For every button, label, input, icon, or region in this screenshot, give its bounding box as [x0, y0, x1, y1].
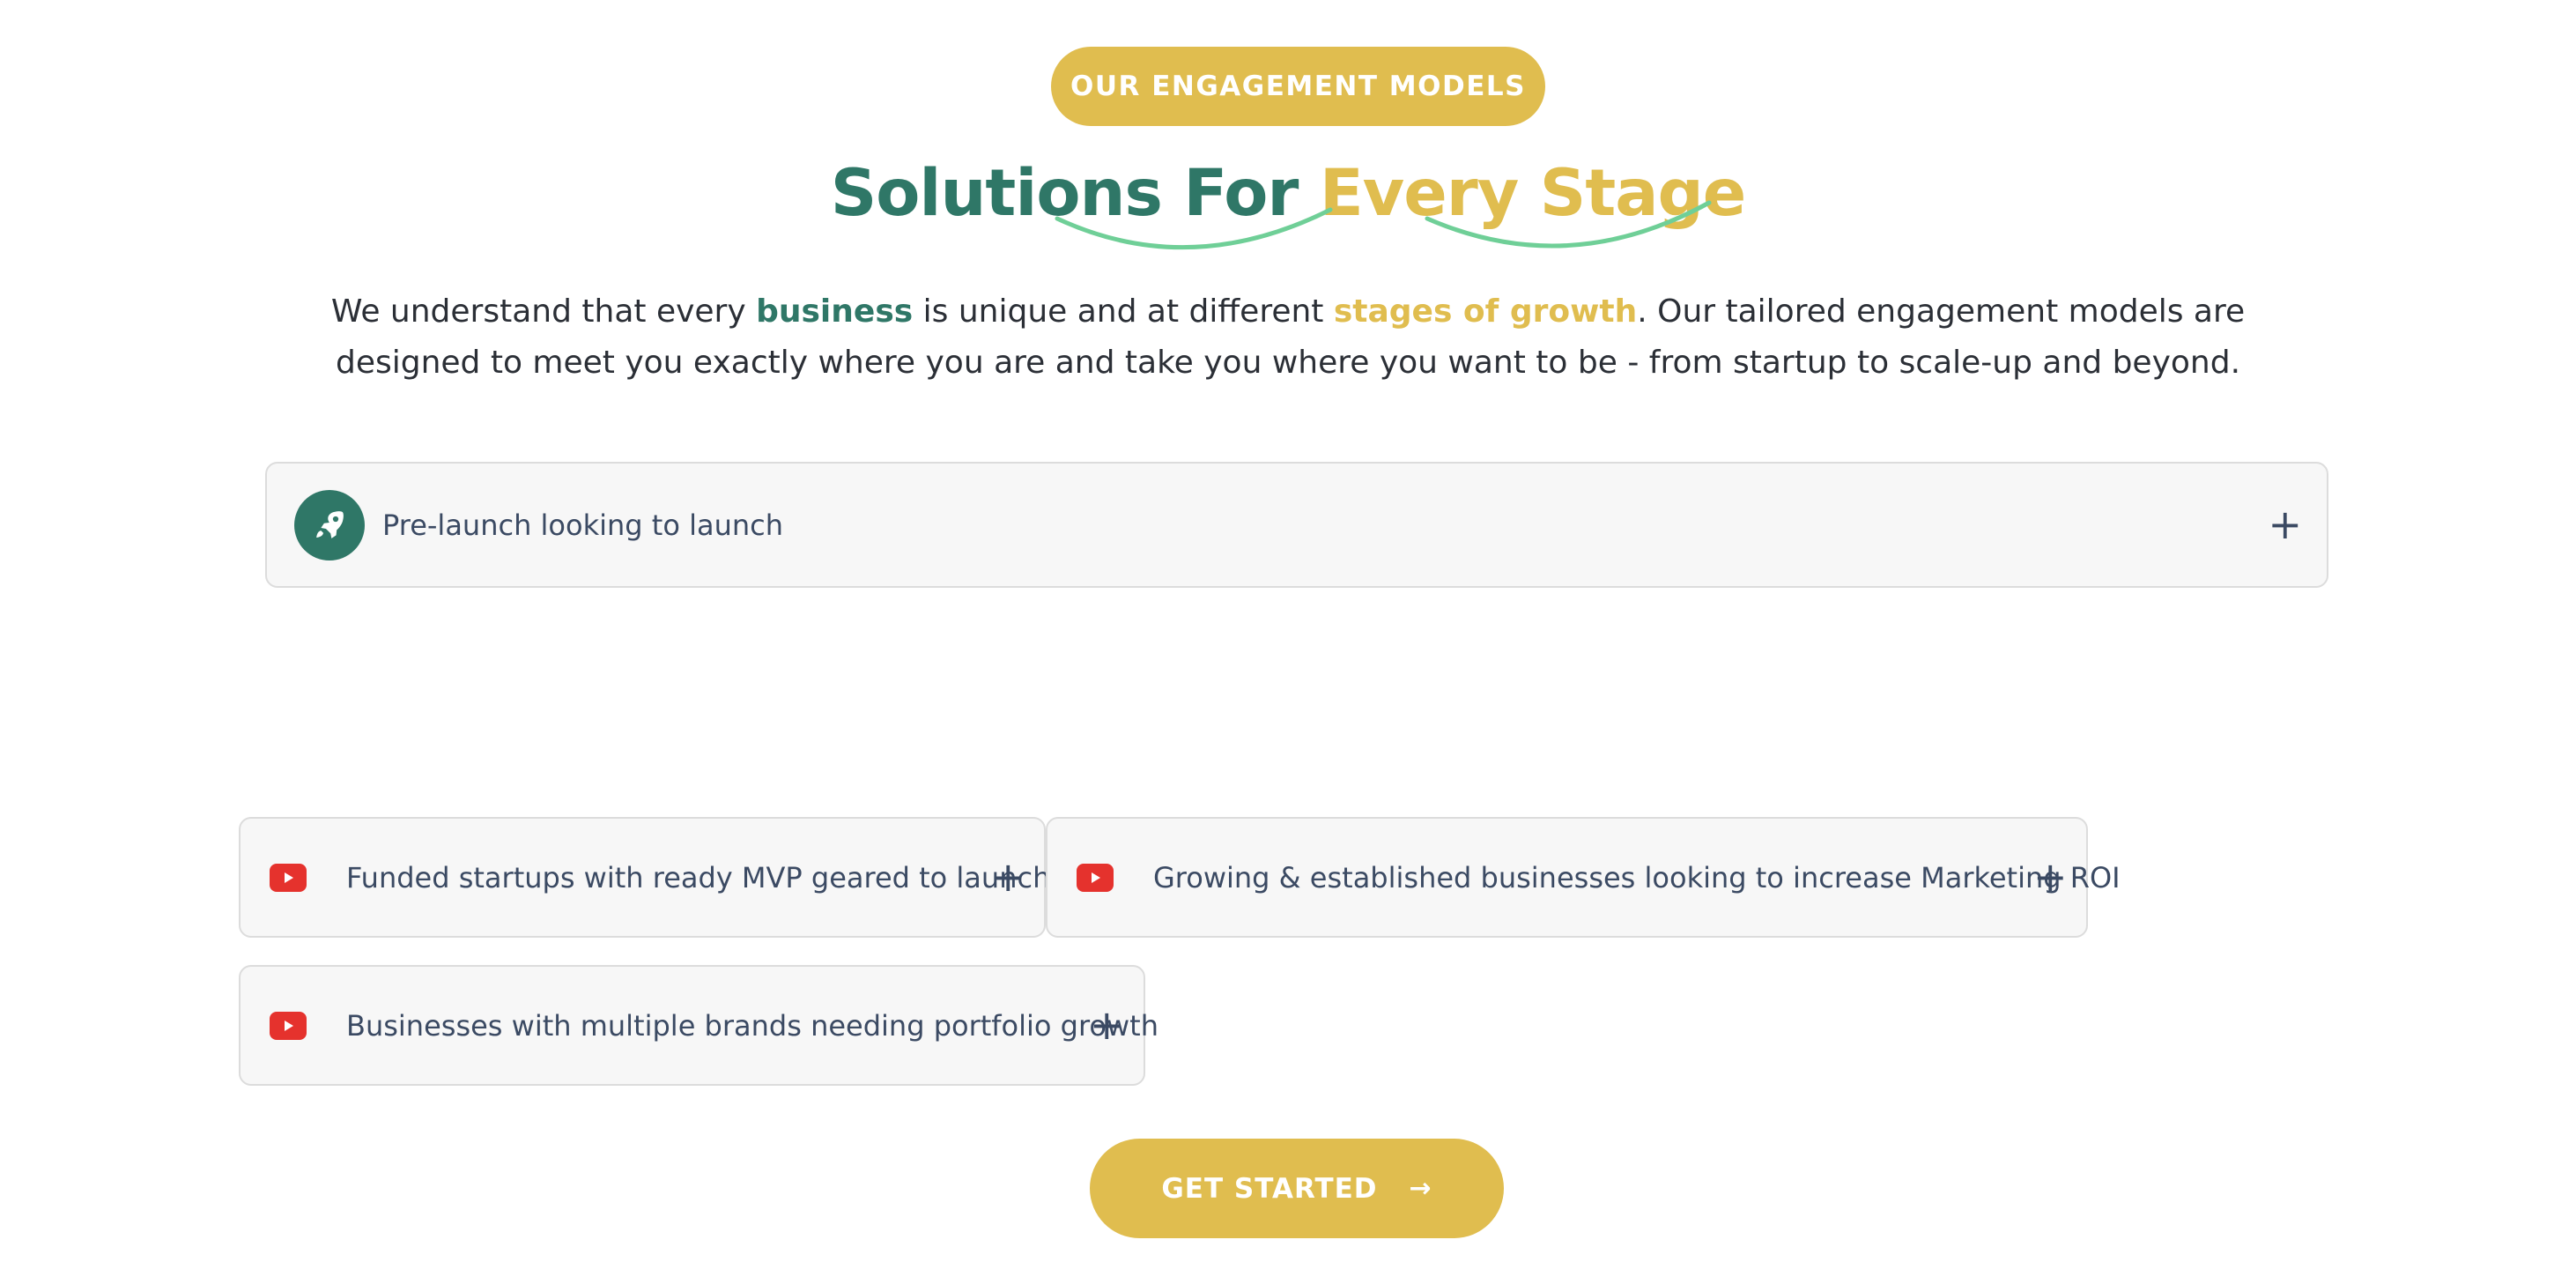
youtube-icon: [270, 863, 307, 892]
intro-text-1: We understand that every: [330, 293, 757, 330]
intro-text-2: is unique and at different: [913, 293, 1334, 330]
expand-plus-icon[interactable]: +: [991, 857, 1025, 897]
accordion-item-label: Pre-launch looking to launch: [382, 508, 783, 542]
accordion-item-funded-startups[interactable]: Funded startups with ready MVP geared to…: [239, 817, 1050, 938]
accordion-item-label: Funded startups with ready MVP geared to…: [346, 860, 1051, 895]
expand-plus-icon[interactable]: +: [2033, 857, 2068, 897]
get-started-button[interactable]: GET STARTED →: [1090, 1139, 1504, 1238]
expand-plus-icon[interactable]: +: [2268, 504, 2302, 545]
intro-highlight-stages: stages of growth: [1333, 293, 1638, 330]
get-started-label: GET STARTED: [1161, 1172, 1378, 1205]
expand-plus-icon[interactable]: +: [1090, 1005, 1124, 1045]
section-heading: Solutions For Every Stage: [0, 150, 2576, 238]
accordion-item-label: Businesses with multiple brands needing …: [346, 1008, 1158, 1043]
heading-part-green: Solutions For: [830, 156, 1299, 231]
accordion-item-growing-businesses[interactable]: Growing & established businesses looking…: [1046, 817, 2121, 938]
arrow-right-icon: →: [1409, 1172, 1432, 1204]
intro-highlight-business: business: [756, 293, 914, 330]
engagement-models-badge: OUR ENGAGEMENT MODELS: [1051, 47, 1545, 126]
youtube-icon: [270, 1011, 307, 1040]
section-intro: We understand that every business is uni…: [264, 286, 2312, 389]
heading-part-gold: Every Stage: [1319, 156, 1746, 231]
accordion-item-multiple-brands[interactable]: Businesses with multiple brands needing …: [239, 965, 1158, 1086]
rocket-icon: [294, 490, 365, 560]
engagement-models-badge-label: OUR ENGAGEMENT MODELS: [1070, 71, 1526, 102]
youtube-icon: [1077, 863, 1114, 892]
accordion-item-pre-launch[interactable]: Pre-launch looking to launch +: [265, 462, 2328, 588]
accordion-item-label: Growing & established businesses looking…: [1153, 860, 2121, 895]
